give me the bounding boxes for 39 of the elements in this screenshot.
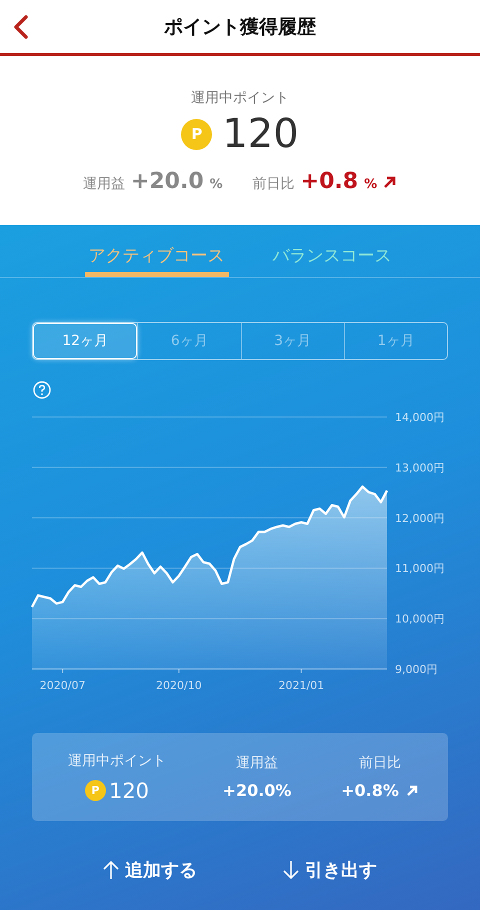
course-tab[interactable]: バランスコース [268, 225, 396, 277]
y-axis-label: 13,000円 [395, 461, 444, 474]
daychange-value: +0.8 [300, 169, 358, 194]
stat-value: +20.0% [222, 781, 292, 800]
period-tab[interactable]: 1ヶ月 [344, 323, 447, 359]
x-axis-label: 2021/01 [278, 679, 324, 692]
y-axis-label: 14,000円 [395, 411, 444, 424]
points-value: 120 [222, 111, 299, 157]
daychange-label: 前日比 [252, 175, 295, 193]
profit-label: 運用益 [82, 175, 125, 193]
profit-value: +20.0 [130, 169, 204, 194]
x-axis-label: 2020/07 [40, 679, 86, 692]
y-axis-label: 12,000円 [395, 512, 444, 525]
stat-value: 120 [108, 778, 150, 802]
stat-label: 前日比 [359, 754, 401, 772]
period-tab[interactable]: 6ヶ月 [137, 323, 240, 359]
percent-unit: % [210, 177, 223, 192]
coin-icon: P [181, 118, 212, 150]
coin-icon: P [84, 780, 106, 801]
y-axis-label: 9,000円 [395, 663, 438, 676]
points-label: 運用中ポイント [191, 89, 289, 107]
percent-unit: % [364, 177, 378, 192]
course-tab[interactable]: アクティブコース [84, 225, 228, 277]
withdraw-button[interactable]: 引き出す [283, 858, 377, 882]
page-title: ポイント獲得履歴 [164, 14, 316, 40]
trend-up-icon [383, 174, 398, 188]
y-axis-label: 10,000円 [395, 612, 444, 626]
arrow-down-icon [283, 860, 299, 880]
arrow-up-icon [103, 860, 119, 880]
x-axis-label: 2020/10 [156, 679, 202, 692]
y-axis-label: 11,000円 [395, 562, 444, 576]
period-tab[interactable]: 3ヶ月 [240, 323, 344, 359]
deposit-button[interactable]: 追加する [103, 858, 197, 882]
period-tab[interactable]: 12ヶ月 [33, 323, 138, 359]
help-icon[interactable] [33, 381, 51, 399]
stat-label: 運用中ポイント [68, 752, 166, 770]
trend-up-icon [406, 784, 419, 797]
stat-label: 運用益 [236, 754, 278, 772]
stat-value: +0.8% [341, 781, 399, 800]
